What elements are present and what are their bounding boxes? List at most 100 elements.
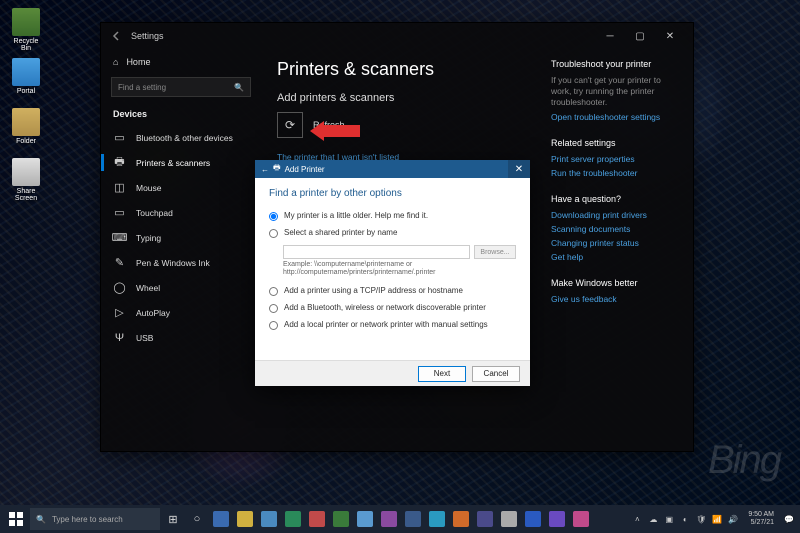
bluetooth-icon: ▭ bbox=[113, 131, 126, 144]
tray-volume-icon[interactable]: 🔊 bbox=[726, 512, 740, 526]
dialog-title: Add Printer bbox=[285, 165, 325, 174]
pinned-app[interactable] bbox=[546, 508, 568, 530]
mouse-icon: ◫ bbox=[113, 181, 126, 194]
printer-icon: 🖶 bbox=[113, 156, 126, 169]
sidebar-item-touchpad[interactable]: ▭Touchpad bbox=[101, 200, 261, 225]
sidebar-item-pen[interactable]: ✎Pen & Windows Ink bbox=[101, 250, 261, 275]
annotation-arrow bbox=[310, 121, 360, 141]
feedback-link[interactable]: Give us feedback bbox=[551, 294, 681, 304]
related-heading: Related settings bbox=[551, 138, 681, 148]
pinned-app[interactable] bbox=[426, 508, 448, 530]
next-button[interactable]: Next bbox=[418, 366, 466, 382]
settings-titlebar: Settings ─ ▢ ✕ bbox=[101, 23, 693, 49]
pinned-app[interactable] bbox=[354, 508, 376, 530]
printer-dialog-icon: 🖶 bbox=[273, 162, 281, 176]
better-heading: Make Windows better bbox=[551, 278, 681, 288]
sidebar-item-wheel[interactable]: ◯Wheel bbox=[101, 275, 261, 300]
sidebar-item-printers[interactable]: 🖶Printers & scanners bbox=[101, 150, 261, 175]
option-shared-printer[interactable]: Select a shared printer by name bbox=[269, 228, 516, 238]
search-placeholder: Find a setting bbox=[118, 83, 166, 92]
related-link-1[interactable]: Print server properties bbox=[551, 154, 681, 164]
option-bluetooth[interactable]: Add a Bluetooth, wireless or network dis… bbox=[269, 303, 516, 313]
pinned-app[interactable] bbox=[402, 508, 424, 530]
browse-button[interactable]: Browse... bbox=[474, 245, 516, 259]
pen-icon: ✎ bbox=[113, 256, 126, 269]
cancel-button[interactable]: Cancel bbox=[472, 366, 520, 382]
refresh-icon: ⟳ bbox=[285, 118, 295, 132]
pinned-app[interactable] bbox=[330, 508, 352, 530]
desktop-icon-share[interactable]: Share Screen bbox=[8, 158, 44, 202]
category-label: Devices bbox=[101, 105, 261, 125]
close-button[interactable]: ✕ bbox=[655, 25, 685, 47]
sidebar-item-autoplay[interactable]: ▷AutoPlay bbox=[101, 300, 261, 325]
pinned-app[interactable] bbox=[474, 508, 496, 530]
pinned-app[interactable] bbox=[282, 508, 304, 530]
refresh-button[interactable]: ⟳ bbox=[277, 112, 303, 138]
tray-icon[interactable]: ☁ bbox=[646, 512, 660, 526]
search-icon: 🔍 bbox=[234, 83, 244, 92]
system-tray: ˄ ☁ ▣ ◐ 🛡 📶 🔊 9:50 AM 5/27/21 💬 bbox=[630, 511, 796, 526]
pinned-app[interactable] bbox=[378, 508, 400, 530]
tray-icon[interactable]: ◐ bbox=[678, 512, 692, 526]
option-tcpip[interactable]: Add a printer using a TCP/IP address or … bbox=[269, 286, 516, 296]
taskbar-search[interactable]: 🔍 Type here to search bbox=[30, 508, 160, 530]
pinned-app[interactable] bbox=[210, 508, 232, 530]
back-button[interactable] bbox=[109, 28, 125, 44]
task-view-button[interactable]: ⊞ bbox=[162, 508, 184, 530]
question-link-1[interactable]: Downloading print drivers bbox=[551, 210, 681, 220]
sidebar-item-bluetooth[interactable]: ▭Bluetooth & other devices bbox=[101, 125, 261, 150]
minimize-button[interactable]: ─ bbox=[595, 25, 625, 47]
dialog-close-button[interactable]: ✕ bbox=[508, 160, 530, 178]
cortana-button[interactable]: ○ bbox=[186, 508, 208, 530]
troubleshoot-text: If you can't get your printer to work, t… bbox=[551, 75, 681, 108]
troubleshoot-link[interactable]: Open troubleshooter settings bbox=[551, 112, 681, 122]
sidebar-item-usb[interactable]: ΨUSB bbox=[101, 325, 261, 350]
desktop-icon-recycle[interactable]: Recycle Bin bbox=[8, 8, 44, 52]
pinned-app[interactable] bbox=[258, 508, 280, 530]
search-icon: 🔍 bbox=[36, 515, 46, 524]
dialog-titlebar: ← 🖶 Add Printer ✕ bbox=[255, 160, 530, 178]
add-printer-dialog: ← 🖶 Add Printer ✕ Find a printer by othe… bbox=[255, 160, 530, 386]
option-older-printer[interactable]: My printer is a little older. Help me fi… bbox=[269, 211, 516, 221]
shared-printer-input[interactable] bbox=[283, 245, 470, 259]
question-link-3[interactable]: Changing printer status bbox=[551, 238, 681, 248]
window-title: Settings bbox=[131, 31, 164, 41]
taskbar: 🔍 Type here to search ⊞ ○ ˄ ☁ ▣ ◐ 🛡 📶 🔊 … bbox=[0, 505, 800, 533]
keyboard-icon: ⌨ bbox=[113, 231, 126, 244]
question-heading: Have a question? bbox=[551, 194, 681, 204]
usb-icon: Ψ bbox=[113, 331, 126, 344]
troubleshoot-heading: Troubleshoot your printer bbox=[551, 59, 681, 69]
tray-icon[interactable]: ▣ bbox=[662, 512, 676, 526]
maximize-button[interactable]: ▢ bbox=[625, 25, 655, 47]
home-icon: ⌂ bbox=[113, 57, 118, 67]
tray-icon[interactable]: 🛡 bbox=[694, 512, 708, 526]
dialog-heading: Find a printer by other options bbox=[269, 188, 516, 199]
autoplay-icon: ▷ bbox=[113, 306, 126, 319]
bing-logo: Bing bbox=[708, 438, 780, 483]
tray-wifi-icon[interactable]: 📶 bbox=[710, 512, 724, 526]
related-link-2[interactable]: Run the troubleshooter bbox=[551, 168, 681, 178]
pinned-app[interactable] bbox=[306, 508, 328, 530]
pinned-app[interactable] bbox=[234, 508, 256, 530]
start-button[interactable] bbox=[4, 507, 28, 531]
example-text: Example: \\computername\printername or h… bbox=[283, 261, 516, 278]
desktop-icon-folder[interactable]: Folder bbox=[8, 108, 44, 145]
pinned-app[interactable] bbox=[450, 508, 472, 530]
pinned-app[interactable] bbox=[522, 508, 544, 530]
back-arrow-icon[interactable]: ← bbox=[261, 165, 269, 174]
question-link-2[interactable]: Scanning documents bbox=[551, 224, 681, 234]
touchpad-icon: ▭ bbox=[113, 206, 126, 219]
pinned-app[interactable] bbox=[570, 508, 592, 530]
option-local[interactable]: Add a local printer or network printer w… bbox=[269, 320, 516, 330]
tray-chevron[interactable]: ˄ bbox=[630, 512, 644, 526]
desktop-icon-portal[interactable]: Portal bbox=[8, 58, 44, 95]
pinned-app[interactable] bbox=[498, 508, 520, 530]
sidebar-item-mouse[interactable]: ◫Mouse bbox=[101, 175, 261, 200]
taskbar-clock[interactable]: 9:50 AM 5/27/21 bbox=[742, 511, 780, 526]
settings-sidebar: ⌂ Home Find a setting 🔍 Devices ▭Bluetoo… bbox=[101, 49, 261, 451]
question-link-4[interactable]: Get help bbox=[551, 252, 681, 262]
sidebar-item-typing[interactable]: ⌨Typing bbox=[101, 225, 261, 250]
settings-search[interactable]: Find a setting 🔍 bbox=[111, 77, 251, 97]
notification-button[interactable]: 💬 bbox=[782, 512, 796, 526]
home-button[interactable]: ⌂ Home bbox=[101, 53, 261, 71]
